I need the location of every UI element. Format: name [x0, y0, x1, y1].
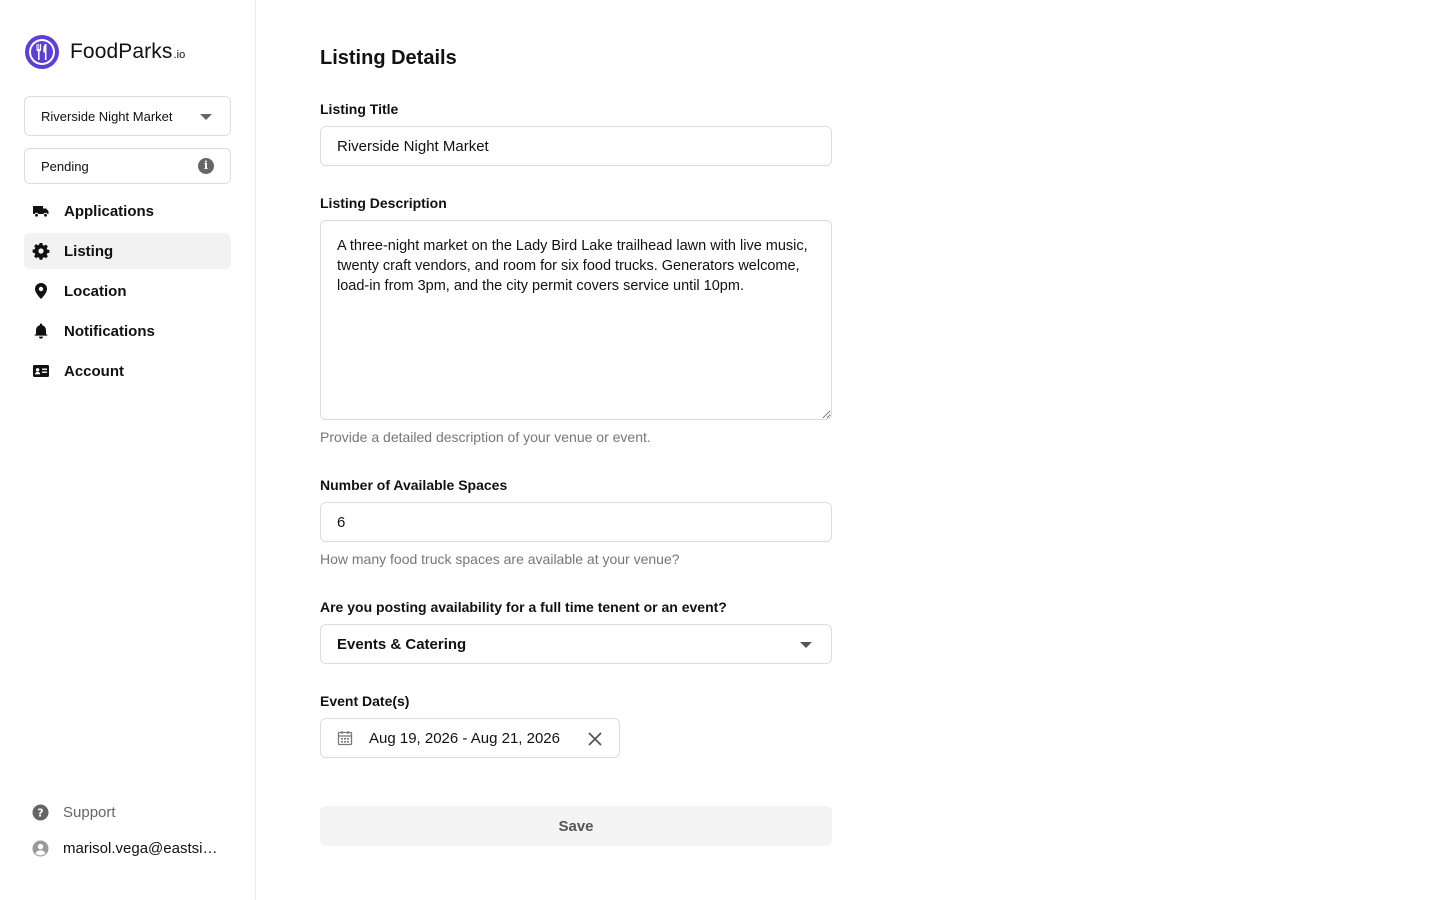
listing-description-hint: Provide a detailed description of your v… — [320, 429, 651, 445]
user-email: marisol.vega@eastside.com — [63, 840, 223, 857]
sidebar-item-listing[interactable]: Listing — [24, 233, 231, 269]
support-link[interactable]: ? Support — [32, 804, 116, 821]
gear-icon — [32, 242, 50, 260]
sidebar-item-account[interactable]: Account — [24, 353, 231, 389]
sidebar-item-label: Account — [64, 362, 124, 380]
venue-select-value: Riverside Night Market — [41, 108, 173, 124]
avatar-icon — [32, 840, 49, 857]
event-dates-value: Aug 19, 2026 - Aug 21, 2026 — [369, 729, 560, 747]
venue-select[interactable]: Riverside Night Market — [24, 96, 231, 136]
save-button[interactable]: Save — [320, 806, 832, 846]
event-date-range-picker[interactable]: Aug 19, 2026 - Aug 21, 2026 — [320, 718, 620, 758]
chevron-down-icon — [200, 114, 212, 120]
status-label: Pending — [41, 158, 89, 174]
listing-title-input[interactable] — [320, 126, 832, 166]
spaces-input[interactable] — [320, 502, 832, 542]
listing-status-box: Pending i — [24, 148, 231, 184]
fork-knife-logo-icon — [25, 35, 59, 69]
sidebar-item-label: Listing — [64, 242, 114, 260]
calendar-icon — [337, 731, 353, 746]
spaces-label: Number of Available Spaces — [320, 477, 508, 493]
sidebar-item-label: Location — [64, 282, 127, 300]
sidebar: FoodParks.io Riverside Night Market Pend… — [0, 0, 256, 900]
sidebar-item-label: Applications — [64, 202, 155, 220]
sidebar-item-notifications[interactable]: Notifications — [24, 313, 231, 349]
sidebar-item-applications[interactable]: Applications — [24, 193, 231, 229]
support-label: Support — [63, 804, 116, 821]
help-icon: ? — [32, 804, 49, 821]
tenant-type-select[interactable]: Events & Catering — [320, 624, 832, 664]
sidebar-item-label: Notifications — [64, 322, 155, 340]
svg-text:?: ? — [37, 806, 43, 819]
info-icon[interactable]: i — [198, 158, 214, 174]
brand-name: FoodParks.io — [70, 40, 186, 63]
map-pin-icon — [32, 282, 50, 300]
listing-title-label: Listing Title — [320, 101, 399, 117]
event-dates-label: Event Date(s) — [320, 693, 410, 709]
tenant-type-label: Are you posting availability for a full … — [320, 599, 727, 615]
listing-description-textarea[interactable]: A three-night market on the Lady Bird La… — [320, 220, 832, 420]
page-title: Listing Details — [320, 47, 457, 69]
spaces-hint: How many food truck spaces are available… — [320, 551, 680, 567]
listing-description-label: Listing Description — [320, 195, 447, 211]
user-menu[interactable]: marisol.vega@eastside.com — [32, 840, 232, 857]
sidebar-item-location[interactable]: Location — [24, 273, 231, 309]
chevron-down-icon — [800, 642, 812, 648]
brand-logo[interactable]: FoodParks.io — [24, 34, 185, 70]
sidebar-nav: Applications Listing Location Notificati… — [24, 193, 231, 393]
tenant-type-value: Events & Catering — [337, 635, 467, 653]
close-icon[interactable] — [587, 731, 603, 747]
id-card-icon — [32, 362, 50, 380]
bell-icon — [32, 322, 50, 340]
truck-icon — [32, 202, 50, 220]
